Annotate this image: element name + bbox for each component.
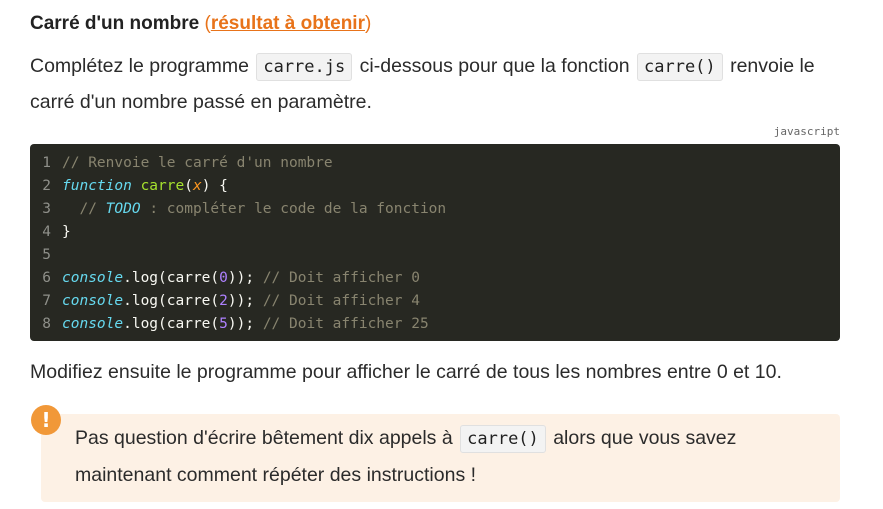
warning-callout: Pas question d'écrire bêtement dix appel… [41,414,840,502]
code-line: 3 // TODO : compléter le code de la fonc… [30,198,840,221]
code-comment: // Doit afficher 4 [262,293,420,309]
inline-code-function: carre() [460,425,546,453]
line-number: 6 [42,270,51,286]
line-number: 2 [42,178,51,194]
code-comment: // TODO : compléter le code de la foncti… [79,201,446,217]
line-number: 7 [42,293,51,309]
result-link[interactable]: résultat à obtenir [211,13,365,34]
code-argument: x [192,178,202,194]
intro-text-1: Complétez le programme [30,55,249,77]
comment-prefix: // [79,201,106,217]
code-comment: // Doit afficher 25 [262,316,429,332]
instruction-paragraph: Modifiez ensuite le programme pour affic… [30,361,782,383]
code-method: .log( [123,293,167,309]
section-heading: Carré d'un nombre (résultat à obtenir) [30,12,371,36]
heading-paren-close: ) [364,13,372,34]
line-number: 4 [42,224,51,240]
inline-code-function: carre() [637,53,723,81]
code-block: 1 // Renvoie le carré d'un nombre 2 functi… [30,144,840,341]
code-line: 1 // Renvoie le carré d'un nombre [30,152,840,175]
code-method: .log( [123,316,167,332]
code-keyword: function [62,178,132,194]
intro-paragraph: Complétez le programme carre.js ci-desso… [30,49,845,120]
inline-code-filename: carre.js [256,53,353,81]
comment-todo: TODO [105,201,141,217]
code-number: 2 [219,293,228,309]
code-function-name: carre [140,178,185,194]
code-method: .log( [123,270,167,286]
code-comment: // Doit afficher 0 [262,270,420,286]
code-number: 0 [219,270,228,286]
callout-text-1: Pas question d'écrire bêtement dix appel… [75,427,453,449]
exclamation-icon: ! [31,405,61,435]
intro-text-2: ci-dessous pour que la fonction [359,55,630,77]
line-number: 1 [42,155,51,171]
code-line: 6 console.log(carre(0)); // Doit afficher… [30,267,840,290]
heading-paren-open: ( [199,13,211,34]
code-line: 4} [30,221,840,244]
code-call: carre [166,293,211,309]
line-number: 3 [42,201,51,217]
comment-rest: : compléter le code de la fonction [140,201,447,217]
code-object: console [62,270,124,286]
code-line: 8 console.log(carre(5)); // Doit afficher… [30,313,840,336]
code-call: carre [166,316,211,332]
code-comment: // Renvoie le carré d'un nombre [62,155,333,171]
code-number: 5 [219,316,228,332]
code-object: console [62,316,124,332]
heading-title: Carré d'un nombre [30,13,200,34]
code-object: console [62,293,124,309]
code-line: 2 function carre(x) { [30,175,840,198]
code-brace: } [62,224,71,240]
code-call: carre [166,270,211,286]
line-number: 5 [42,247,51,263]
code-line: 7 console.log(carre(2)); // Doit afficher… [30,290,840,313]
code-line: 5 [30,244,840,267]
line-number: 8 [42,316,51,332]
code-language-label: javascript [773,125,840,138]
